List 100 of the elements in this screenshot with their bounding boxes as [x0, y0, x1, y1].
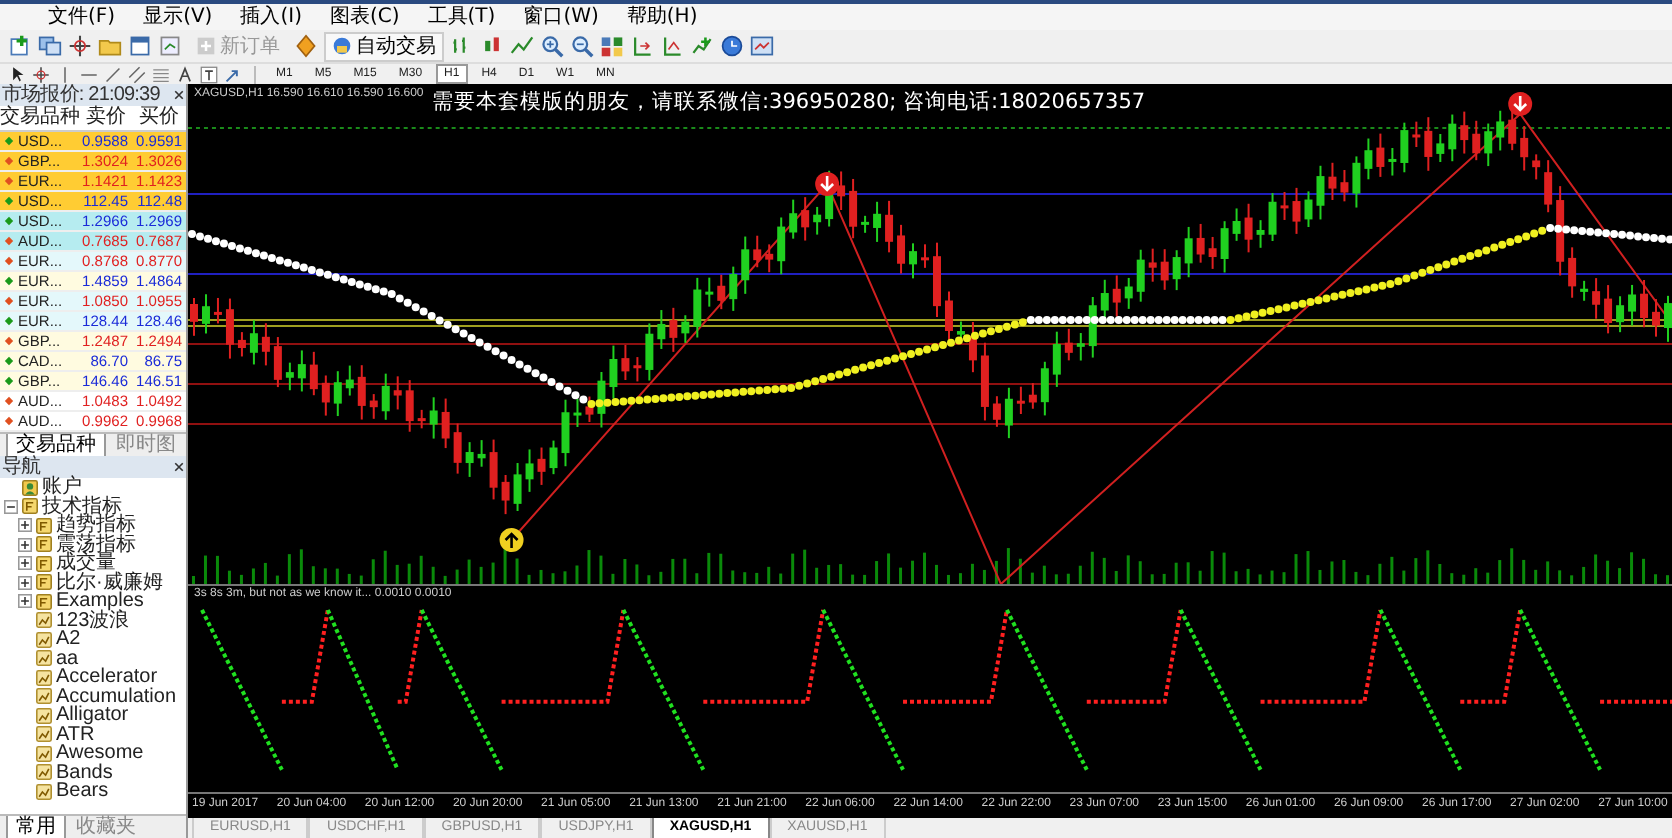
navigator-item[interactable]: 震荡指标 [56, 535, 136, 554]
candlestick [465, 441, 474, 478]
candlestick [225, 297, 234, 360]
candlestick [489, 438, 498, 501]
candlestick [1100, 278, 1109, 321]
line-chart-icon[interactable] [510, 34, 534, 58]
candlestick [933, 241, 941, 318]
candlestick [417, 408, 426, 430]
expand-toggle-icon[interactable] [18, 537, 32, 552]
navigator-item[interactable]: ATR [56, 725, 95, 744]
candlestick [525, 448, 534, 493]
candlestick [202, 293, 210, 335]
scroll-icon[interactable] [630, 34, 654, 58]
expand-toggle-icon[interactable] [18, 556, 32, 571]
auto-trading-button[interactable]: 自动交易 [324, 31, 444, 61]
candlestick [1376, 132, 1385, 178]
menu-item[interactable]: 图表(C) [329, 5, 400, 29]
candlestick [1196, 222, 1205, 264]
candlestick [1004, 386, 1013, 440]
navigator-item[interactable]: Bands [56, 763, 113, 782]
navigator-item[interactable]: 成交量 [56, 554, 116, 573]
crosshair-icon[interactable] [32, 65, 50, 83]
panel-tab[interactable]: 交易品种 [6, 434, 106, 458]
fibonacci-icon[interactable] [152, 65, 170, 83]
candlestick [849, 177, 858, 240]
navigator-item[interactable]: aa [56, 649, 79, 668]
menu-item[interactable]: 显示(V) [143, 5, 213, 29]
crosshair-icon[interactable] [68, 34, 92, 58]
candlestick [537, 446, 546, 486]
candlestick [1544, 159, 1553, 214]
clock-icon[interactable] [720, 34, 744, 58]
navigator-item[interactable]: Awesome [56, 744, 144, 763]
indicators-icon[interactable] [690, 34, 714, 58]
expand-toggle-icon[interactable] [4, 499, 18, 514]
candlestick [1316, 164, 1325, 221]
candlestick [753, 234, 762, 269]
candlestick [1496, 109, 1505, 152]
candlestick [992, 395, 1001, 428]
zoom-out-icon[interactable] [570, 34, 594, 58]
zoom-in-icon[interactable] [540, 34, 564, 58]
panel-tab[interactable]: 常用 [6, 816, 66, 838]
candlestick [1628, 283, 1637, 327]
candlestick [1580, 279, 1589, 302]
candlestick [1340, 169, 1349, 203]
candlestick [1364, 137, 1373, 181]
menu-item[interactable]: 文件(F) [48, 5, 116, 29]
menu-item[interactable]: 窗口(W) [523, 5, 599, 29]
candlestick [1484, 122, 1493, 168]
candlestick [741, 235, 750, 295]
expand-toggle-icon[interactable] [18, 594, 32, 609]
text-label-icon[interactable] [176, 65, 194, 83]
text-box-icon[interactable] [200, 65, 218, 83]
navigator-item[interactable]: 123波浪 [56, 611, 130, 630]
candlestick [1436, 133, 1445, 163]
navigator-item[interactable]: A2 [56, 630, 81, 649]
navigator-item[interactable]: 账户 [42, 478, 82, 497]
trend-line-icon[interactable] [104, 65, 122, 83]
candlestick [1208, 235, 1217, 270]
navigator-item[interactable]: 趋势指标 [56, 516, 136, 535]
profiles-icon[interactable] [38, 34, 62, 58]
navigator-item[interactable]: Accelerator [56, 668, 158, 687]
candlestick [357, 364, 366, 421]
expand-toggle-icon[interactable] [18, 518, 32, 533]
down-arrow-marker-icon [815, 172, 840, 196]
candlestick [1016, 385, 1025, 415]
navigator-item[interactable]: 技术指标 [42, 497, 122, 516]
menu-item[interactable]: 帮助(H) [626, 5, 698, 29]
candlestick [777, 216, 786, 276]
menu-item[interactable]: 工具(T) [427, 5, 496, 29]
expand-toggle-icon[interactable] [18, 575, 32, 590]
navigator-item[interactable]: Accumulation [56, 687, 177, 706]
candlestick [1028, 382, 1037, 410]
candlestick [980, 341, 989, 422]
template-icon[interactable] [750, 34, 774, 58]
menu-item[interactable]: 插入(I) [240, 5, 302, 29]
column-header[interactable]: 卖价 [80, 106, 132, 130]
metaeditor-icon[interactable] [294, 34, 318, 58]
candlestick [921, 243, 929, 269]
arrow-icon[interactable] [224, 65, 242, 83]
candlestick [1136, 248, 1145, 303]
navigator-item[interactable]: 比尔·威廉姆 [56, 573, 163, 592]
column-header[interactable]: 交易品种 [0, 106, 80, 130]
navigator-item[interactable]: Alligator [56, 706, 129, 725]
window-icon[interactable] [128, 34, 152, 58]
candlestick [1112, 274, 1121, 318]
candlestick [1256, 219, 1265, 249]
column-header[interactable]: 买价 [132, 106, 186, 130]
candlestick [477, 439, 486, 468]
cursor-icon[interactable] [8, 65, 26, 83]
close-icon[interactable] [174, 90, 184, 100]
tile-icon[interactable] [600, 34, 624, 58]
candlestick [1268, 192, 1277, 242]
close-icon[interactable] [174, 462, 184, 472]
channel-icon[interactable] [128, 65, 146, 83]
robot-icon [332, 36, 352, 56]
new-chart-icon[interactable] [8, 34, 32, 58]
navigator-item[interactable]: Examples [56, 592, 144, 611]
candlestick [1352, 155, 1361, 209]
shift-icon[interactable] [660, 34, 684, 58]
navigator-item[interactable]: Bears [56, 782, 109, 801]
